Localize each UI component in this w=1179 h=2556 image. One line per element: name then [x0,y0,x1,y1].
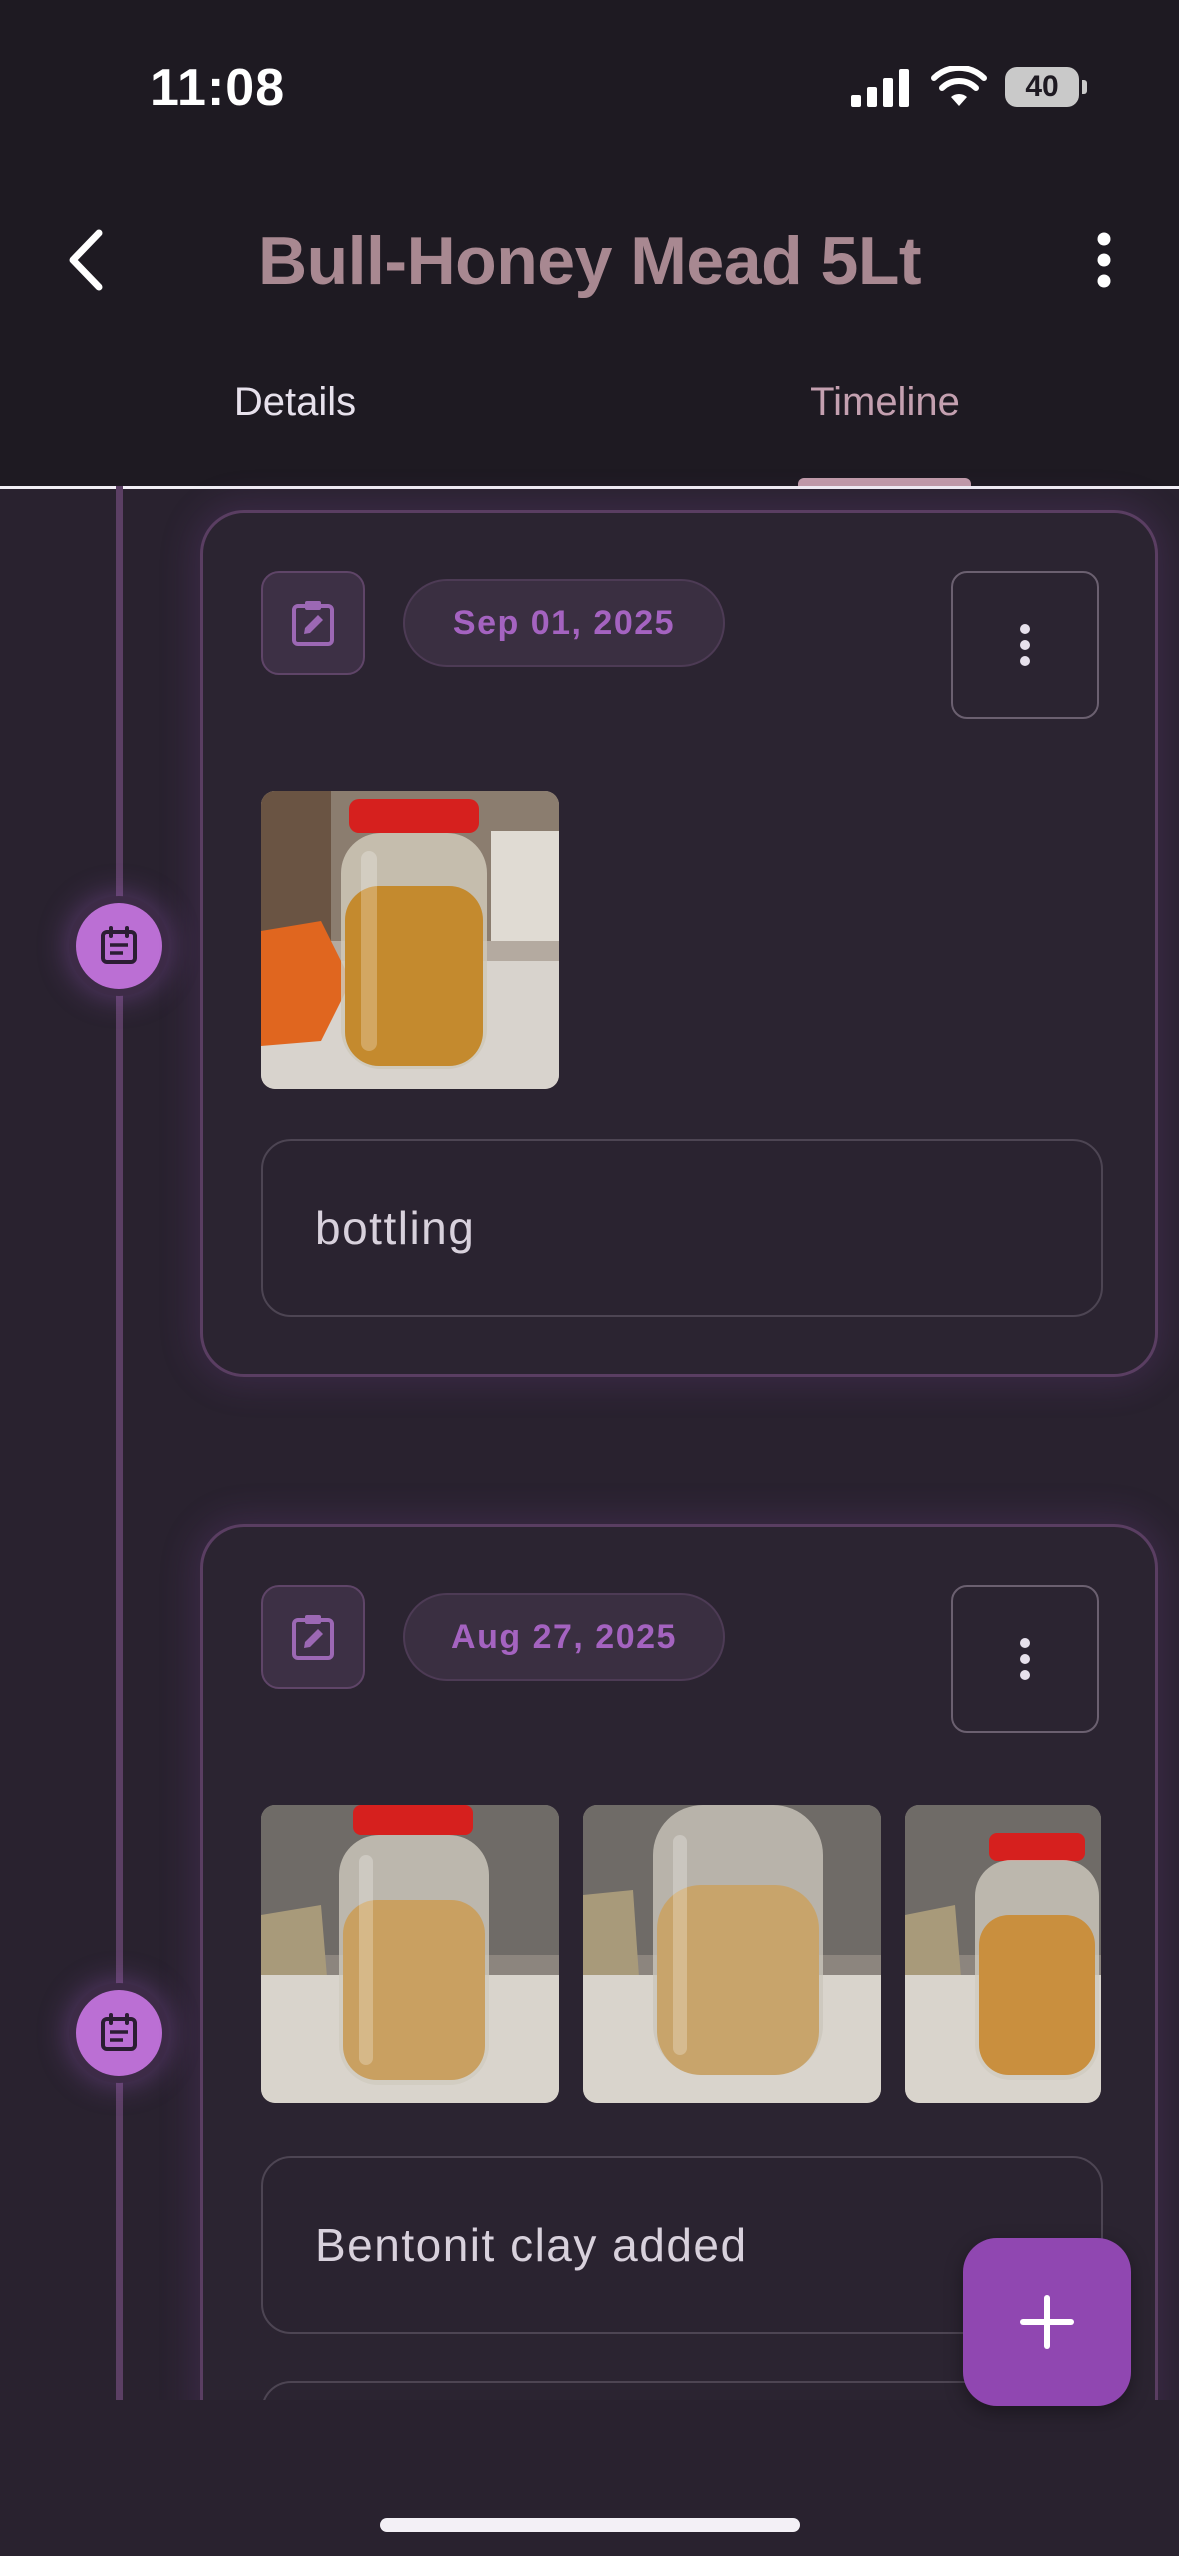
entry-date-chip: Aug 27, 2025 [403,1593,725,1681]
timeline-line [116,486,123,2400]
clipboard-edit-icon [292,601,334,646]
battery-level: 40 [1025,70,1059,103]
app-bar: Bull-Honey Mead 5Lt [0,170,1179,350]
timeline-entry-card[interactable]: Sep 01, 2025 bottling [200,510,1158,1377]
more-vertical-icon [1020,1638,1030,1680]
tab-details[interactable]: Details [0,380,590,425]
jar-photo-image [261,791,559,1089]
edit-entry-button[interactable] [261,571,365,675]
entry-menu-button[interactable] [951,571,1099,719]
plus-icon [1020,2295,1074,2349]
photo-strip [261,791,1103,1089]
timeline-node [76,1990,162,2076]
entry-note[interactable]: bottling [261,1139,1103,1317]
status-time: 11:08 [150,59,286,117]
cellular-signal-icon [851,69,909,107]
more-vertical-icon [1020,624,1030,666]
entry-menu-button[interactable] [951,1585,1099,1733]
wifi-icon [931,66,987,106]
tab-timeline[interactable]: Timeline [590,380,1179,425]
bottom-area [0,2400,1179,2556]
more-options-button[interactable] [1069,220,1139,300]
tab-bar: Details Timeline [0,350,1179,489]
battery-icon: 40 [1005,67,1087,107]
photo-strip[interactable] [261,1805,1103,2103]
jar-photo-image [905,1805,1101,2103]
calendar-note-icon [101,2013,137,2051]
add-entry-button[interactable] [963,2238,1131,2406]
entry-date-chip: Sep 01, 2025 [403,579,725,667]
status-icons: 40 [851,62,1087,112]
calendar-note-icon [101,926,137,964]
home-indicator [380,2518,800,2532]
page-title: Bull-Honey Mead 5Lt [258,223,922,299]
entry-photo[interactable] [905,1805,1101,2103]
entry-photo[interactable] [261,791,559,1089]
timeline-node [76,903,162,989]
entry-photo[interactable] [261,1805,559,2103]
status-bar: 11:08 40 [0,0,1179,170]
entry-photo[interactable] [583,1805,881,2103]
jar-photo-image [261,1805,559,2103]
jar-photo-image [583,1805,881,2103]
edit-entry-button[interactable] [261,1585,365,1689]
tab-indicator [798,478,971,486]
clipboard-edit-icon [292,1615,334,1660]
more-vertical-icon [1097,232,1111,288]
